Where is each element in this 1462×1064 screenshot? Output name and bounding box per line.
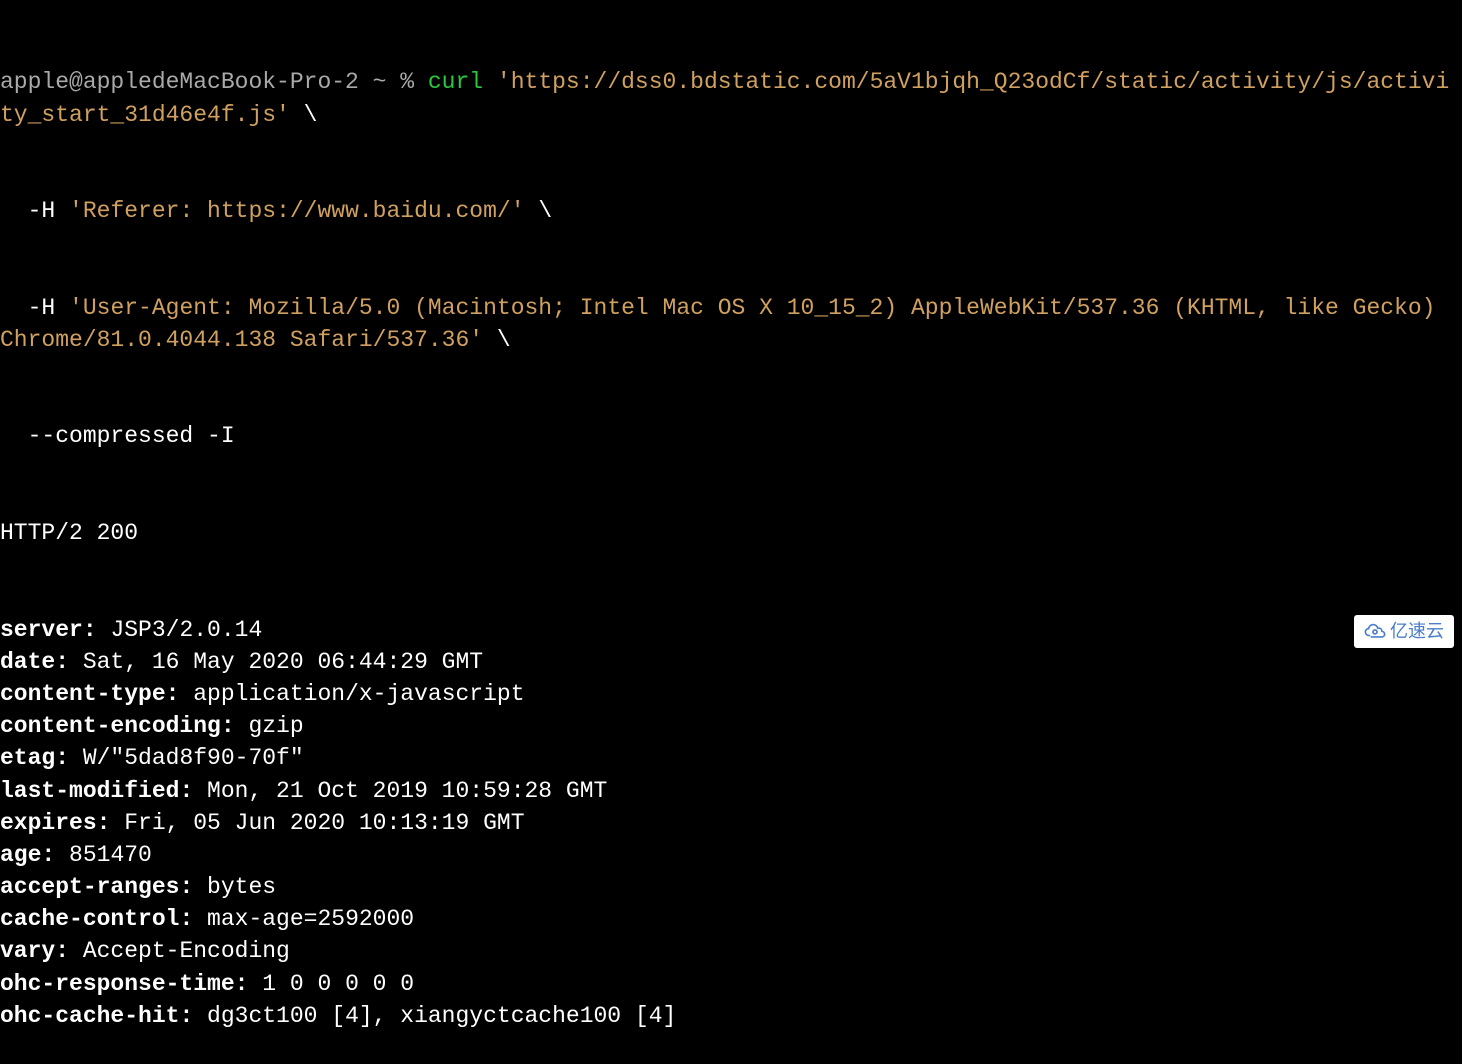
response-header-row: content-type: application/x-javascript <box>0 678 1462 710</box>
header-value: W/"5dad8f90-70f" <box>83 745 304 771</box>
response-header-row: server: JSP3/2.0.14 <box>0 614 1462 646</box>
command-line-2: -H 'Referer: https://www.baidu.com/' \ <box>0 195 1462 227</box>
header-name: etag <box>0 745 55 771</box>
header-value: Fri, 05 Jun 2020 10:13:19 GMT <box>124 810 524 836</box>
header-value: Accept-Encoding <box>83 938 290 964</box>
header-value: 851470 <box>69 842 152 868</box>
header-name: expires <box>0 810 97 836</box>
response-headers: server: JSP3/2.0.14date: Sat, 16 May 202… <box>0 614 1462 1032</box>
header-name: ohc-cache-hit <box>0 1003 179 1029</box>
response-header-row: ohc-cache-hit: dg3ct100 [4], xiangyctcac… <box>0 1000 1462 1032</box>
header-value: application/x-javascript <box>193 681 524 707</box>
header-name: server <box>0 617 83 643</box>
header-name: content-type <box>0 681 166 707</box>
header-value: gzip <box>248 713 303 739</box>
command-line-4: --compressed -I <box>0 420 1462 452</box>
header-value: max-age=2592000 <box>207 906 414 932</box>
header-name: accept-ranges <box>0 874 179 900</box>
header-value: bytes <box>207 874 276 900</box>
header-name: age <box>0 842 41 868</box>
response-header-row: vary: Accept-Encoding <box>0 935 1462 967</box>
header-name: ohc-response-time <box>0 971 235 997</box>
response-header-row: last-modified: Mon, 21 Oct 2019 10:59:28… <box>0 775 1462 807</box>
command-name: curl <box>428 69 483 95</box>
response-header-row: cache-control: max-age=2592000 <box>0 903 1462 935</box>
response-header-row: etag: W/"5dad8f90-70f" <box>0 742 1462 774</box>
command-line-3: -H 'User-Agent: Mozilla/5.0 (Macintosh; … <box>0 292 1462 356</box>
header-value: 1 0 0 0 0 0 <box>262 971 414 997</box>
header-name: last-modified <box>0 778 179 804</box>
response-header-row: accept-ranges: bytes <box>0 871 1462 903</box>
response-header-row: ohc-response-time: 1 0 0 0 0 0 <box>0 968 1462 1000</box>
terminal-output[interactable]: apple@appledeMacBook-Pro-2 ~ % curl 'htt… <box>0 0 1462 1064</box>
header-name: date <box>0 649 55 675</box>
header-value: Mon, 21 Oct 2019 10:59:28 GMT <box>207 778 607 804</box>
header-value: Sat, 16 May 2020 06:44:29 GMT <box>83 649 483 675</box>
header-user-agent: 'User-Agent: Mozilla/5.0 (Macintosh; Int… <box>0 295 1449 353</box>
command-flags: --compressed -I <box>0 423 235 449</box>
shell-prompt: apple@appledeMacBook-Pro-2 ~ % <box>0 69 428 95</box>
header-value: JSP3/2.0.14 <box>110 617 262 643</box>
header-name: content-encoding <box>0 713 221 739</box>
header-name: vary <box>0 938 55 964</box>
header-referer: 'Referer: https://www.baidu.com/' <box>69 198 524 224</box>
response-header-row: content-encoding: gzip <box>0 710 1462 742</box>
response-header-row: date: Sat, 16 May 2020 06:44:29 GMT <box>0 646 1462 678</box>
command-line-1: apple@appledeMacBook-Pro-2 ~ % curl 'htt… <box>0 66 1462 130</box>
http-status: HTTP/2 200 <box>0 517 1462 549</box>
watermark-badge: 亿速云 <box>1354 615 1454 648</box>
header-name: cache-control <box>0 906 179 932</box>
cloud-icon <box>1364 623 1386 639</box>
watermark-text: 亿速云 <box>1390 619 1444 644</box>
response-header-row: expires: Fri, 05 Jun 2020 10:13:19 GMT <box>0 807 1462 839</box>
header-value: dg3ct100 [4], xiangyctcache100 [4] <box>207 1003 676 1029</box>
response-header-row: age: 851470 <box>0 839 1462 871</box>
